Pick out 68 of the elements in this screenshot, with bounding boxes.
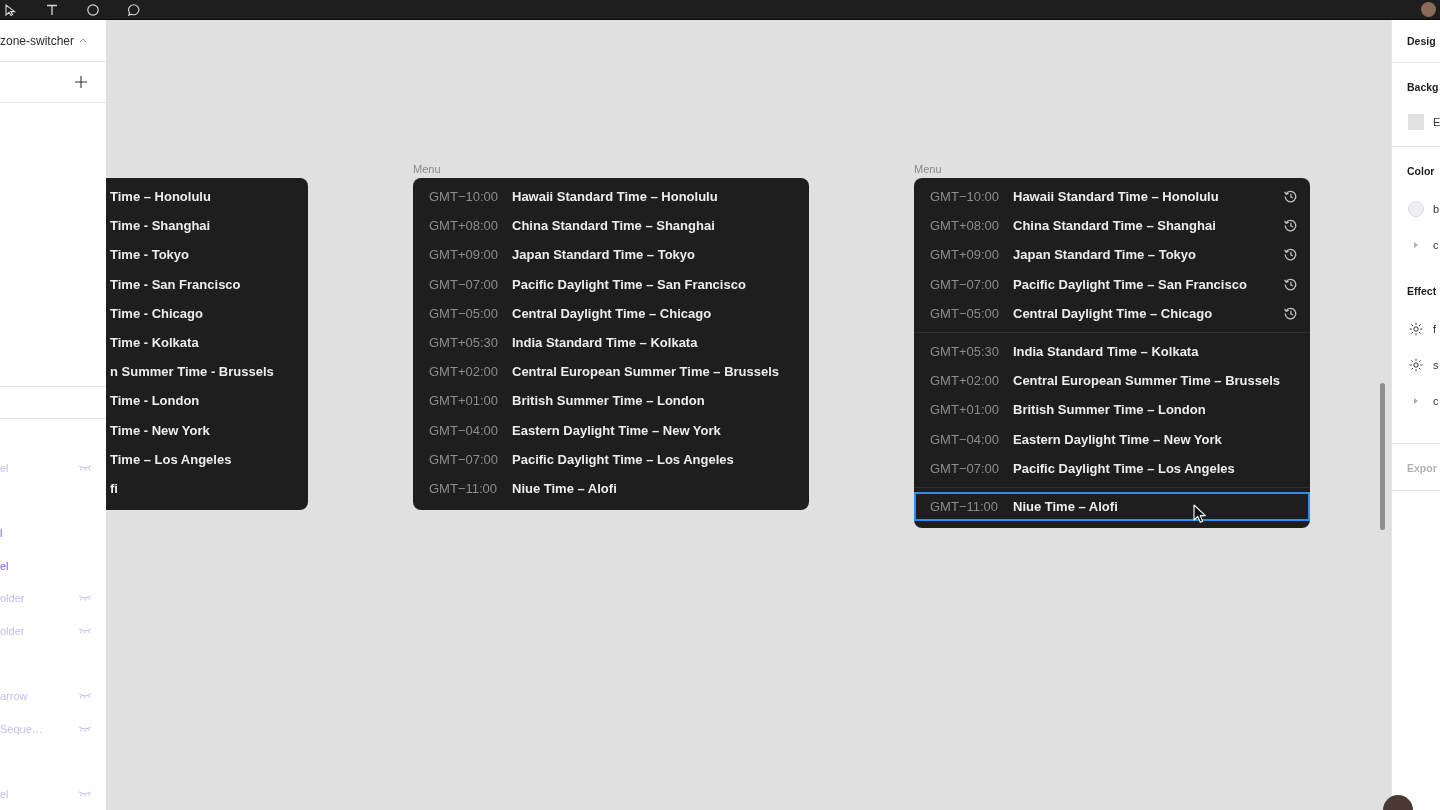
caret-up-icon	[79, 38, 88, 44]
cursor-icon	[1193, 504, 1207, 524]
swatch-icon[interactable]	[1408, 201, 1424, 217]
menu-item[interactable]: GMT−04:00 Eastern Daylight Time – New York	[914, 424, 1310, 454]
menu-item[interactable]: Time - Tokyo	[106, 240, 308, 270]
caret-icon[interactable]	[1414, 242, 1418, 248]
group-name: c	[1433, 395, 1439, 407]
menu-item[interactable]: GMT+02:00 Central European Summer Time – Brussels	[413, 357, 809, 387]
menu-item[interactable]: GMT−05:00 Central Daylight Time – Chicago	[413, 298, 809, 328]
comment-icon[interactable]	[128, 3, 140, 16]
effect-name: s	[1433, 359, 1439, 371]
section-title: Backg	[1407, 81, 1439, 93]
menu-item[interactable]: GMT−07:00 Pacific Daylight Time – San Francisco	[914, 269, 1310, 299]
menu-item[interactable]: GMT−07:00 Pacific Daylight Time – Los Angeles	[914, 453, 1310, 483]
menu-item[interactable]: Time - Kolkata	[106, 327, 308, 358]
scrollbar[interactable]	[1380, 383, 1385, 530]
file-name-dropdown[interactable]: zone-switcher	[0, 33, 88, 48]
menu-item[interactable]: GMT−04:00 Eastern Daylight Time – New York	[413, 415, 809, 445]
menu-item[interactable]: GMT−11:00 Niue Time – Alofi	[413, 473, 809, 504]
eye-closed-icon[interactable]	[78, 627, 92, 634]
menu-item[interactable]: fi	[106, 473, 308, 504]
plus-icon[interactable]	[75, 76, 87, 89]
menu-item[interactable]: Time - San Francisco	[106, 269, 308, 299]
menu-item[interactable]: Time - London	[106, 386, 308, 416]
menu-item[interactable]: Time - New York	[106, 415, 308, 445]
eye-closed-icon[interactable]	[78, 595, 92, 602]
ellipse-icon[interactable]	[87, 3, 99, 16]
layer-item[interactable]: l	[0, 516, 106, 550]
menu-item[interactable]: GMT−05:00 Central Daylight Time – Chicago	[914, 298, 1310, 328]
effect-name: f	[1433, 323, 1437, 335]
menu-item[interactable]: n Summer Time - Brussels	[106, 357, 308, 387]
menu-item[interactable]: GMT+08:00 China Standard Time – Shanghai	[413, 211, 809, 241]
menu-item[interactable]: Time – Los Angeles	[106, 444, 308, 474]
sun-icon	[1409, 358, 1423, 372]
section-title: Expor	[1407, 462, 1437, 474]
layer-item[interactable]: el	[0, 549, 106, 582]
menu-item[interactable]: GMT+08:00 China Standard Time – Shanghai	[914, 211, 1310, 241]
menu-item[interactable]: GMT−10:00 Hawaii Standard Time – Honolulu	[914, 182, 1310, 212]
menu-item[interactable]: GMT+01:00 British Summer Time – London	[914, 395, 1310, 425]
pointer-icon[interactable]	[5, 3, 17, 16]
style-name: b	[1433, 203, 1440, 215]
fill-value: E	[1433, 116, 1440, 128]
sun-icon	[1409, 322, 1423, 336]
menu-item[interactable]: GMT+09:00 Japan Standard Time – Tokyo	[914, 240, 1310, 270]
menu-item[interactable]: Time – Honolulu	[106, 182, 308, 212]
panel-tab[interactable]: Desig	[1407, 35, 1436, 47]
menu-item[interactable]: GMT−11:00 Niue Time – Alofi	[914, 491, 1310, 522]
avatar-icon[interactable]	[1383, 793, 1413, 810]
eye-closed-icon[interactable]	[78, 692, 92, 699]
eye-closed-icon[interactable]	[78, 465, 92, 472]
menu-item[interactable]: GMT−07:00 Pacific Daylight Time – San Francisco	[413, 269, 809, 299]
swatch-icon[interactable]	[1408, 114, 1424, 130]
menu-item[interactable]: GMT+05:30 India Standard Time – Kolkata	[914, 336, 1310, 367]
section-title: Color	[1407, 165, 1435, 177]
menu-item[interactable]: GMT+05:30 India Standard Time – Kolkata	[413, 327, 809, 358]
menu-item[interactable]: GMT+01:00 British Summer Time – London	[413, 386, 809, 416]
menu-item[interactable]: Time - Shanghai	[106, 211, 308, 241]
group-name: c	[1433, 239, 1439, 251]
menu-item[interactable]: GMT−10:00 Hawaii Standard Time – Honolulu	[413, 182, 809, 212]
menu-item[interactable]: GMT+02:00 Central European Summer Time – Brussels	[914, 366, 1310, 396]
menu-item[interactable]: Time - Chicago	[106, 298, 308, 328]
eye-closed-icon[interactable]	[78, 790, 92, 797]
caret-icon[interactable]	[1414, 398, 1418, 404]
menu-item[interactable]: GMT−07:00 Pacific Daylight Time – Los Angeles	[413, 444, 809, 474]
eye-closed-icon[interactable]	[78, 725, 92, 732]
menu-item[interactable]: GMT+09:00 Japan Standard Time – Tokyo	[413, 240, 809, 270]
text-icon[interactable]	[46, 3, 58, 16]
section-title: Effect	[1407, 285, 1437, 297]
